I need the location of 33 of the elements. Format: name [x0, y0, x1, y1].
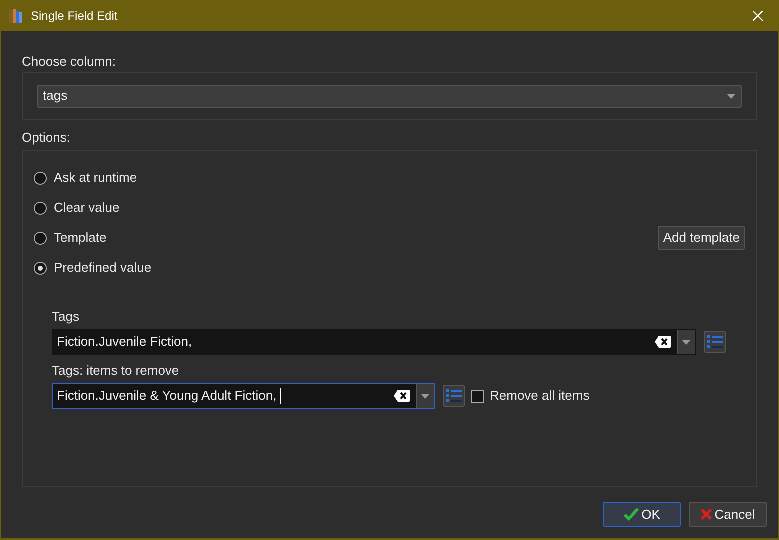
tags-field[interactable]: Fiction.Juvenile Fiction,: [52, 329, 696, 355]
choose-column-label: Choose column:: [22, 53, 117, 70]
field-value: Fiction.Juvenile & Young Adult Fiction,: [53, 386, 394, 406]
radio-option[interactable]: Clear value: [34, 198, 120, 218]
remove-items-label: Tags: items to remove: [52, 362, 180, 379]
window-title: Single Field Edit: [31, 8, 118, 25]
caret-icon: [727, 94, 736, 98]
cancel-button[interactable]: Cancel: [689, 502, 767, 527]
list-button[interactable]: [704, 331, 726, 353]
numbered-list-icon: [707, 335, 723, 349]
clear-icon[interactable]: [394, 390, 410, 402]
tags-field[interactable]: Fiction.Juvenile & Young Adult Fiction,: [52, 383, 435, 409]
clear-icon[interactable]: [655, 336, 671, 348]
books-icon: [9, 9, 23, 23]
close-icon: [753, 11, 763, 21]
remove-all-checkbox[interactable]: Remove all items: [471, 386, 590, 406]
dropdown-button[interactable]: [677, 330, 695, 354]
cross-icon: [700, 509, 712, 520]
caret-icon: [682, 340, 691, 344]
add-template-button[interactable]: Add template: [658, 226, 745, 250]
field-value: Fiction.Juvenile Fiction,: [56, 333, 194, 352]
radio-option[interactable]: Template: [34, 228, 107, 248]
radio-option[interactable]: Ask at runtime: [34, 168, 138, 188]
column-combobox[interactable]: tags: [37, 84, 742, 108]
checkmark-icon: [624, 508, 639, 521]
list-button[interactable]: [443, 385, 465, 407]
dropdown-button[interactable]: [416, 384, 434, 408]
options-label: Options:: [22, 129, 72, 146]
radio-option[interactable]: Predefined value: [34, 258, 152, 278]
numbered-list-icon: [446, 389, 462, 403]
caret-icon: [421, 394, 430, 398]
ok-button[interactable]: OK: [603, 502, 681, 527]
tags-label: Tags: [52, 308, 80, 325]
